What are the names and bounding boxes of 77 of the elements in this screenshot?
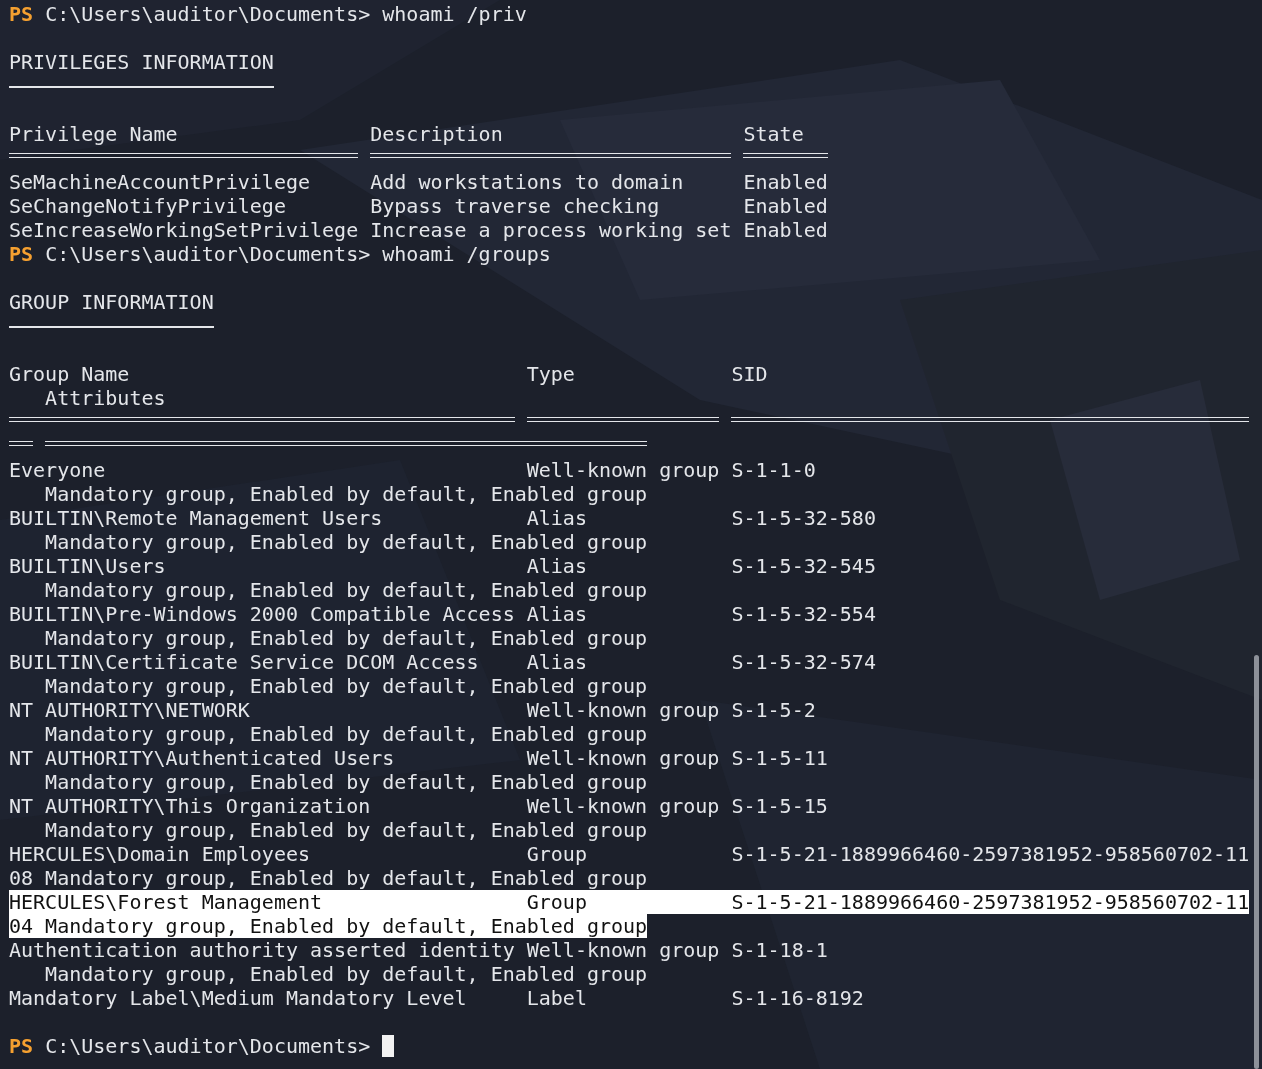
- table-cell: Mandatory group, Enabled by default, Enabled group: [45, 674, 648, 698]
- table-cell: NT AUTHORITY\Authenticated Users: [9, 746, 395, 770]
- table-cell: Mandatory group, Enabled by default, Enabled group: [45, 578, 648, 602]
- table-cell: Mandatory group, Enabled by default, Enabled group: [45, 962, 648, 986]
- table-cell: SeIncreaseWorkingSetPrivilege: [9, 218, 359, 242]
- section-heading: PRIVILEGES INFORMATION: [9, 50, 274, 74]
- table-cell: Mandatory group, Enabled by default, Enabled group: [45, 626, 648, 650]
- table-cell: Alias: [526, 506, 587, 530]
- table-cell: Alias: [526, 650, 587, 674]
- prompt-label: PS: [9, 242, 34, 266]
- table-cell: S-1-5-32-545: [731, 554, 876, 578]
- table-cell: Authentication authority asserted identity: [9, 938, 515, 962]
- table-cell: SeChangeNotifyPrivilege: [9, 194, 286, 218]
- column-header: Privilege Name: [9, 122, 178, 146]
- table-cell: BUILTIN\Remote Management Users: [9, 506, 383, 530]
- table-cell: BUILTIN\Users: [9, 554, 166, 578]
- table-cell: Label: [526, 986, 587, 1010]
- table-cell: S-1-5-2: [731, 698, 816, 722]
- table-cell: S-1-5-11: [731, 746, 828, 770]
- scrollbar-thumb[interactable]: [1254, 655, 1259, 1069]
- table-cell: Mandatory group, Enabled by default, Enabled group: [45, 770, 648, 794]
- table-cell: Well-known group: [526, 746, 720, 770]
- prompt-label: PS: [9, 1034, 34, 1058]
- command-text: whoami /priv: [382, 2, 527, 26]
- table-cell: S-1-5-32-554: [731, 602, 876, 626]
- table-cell: HERCULES\Domain Employees: [9, 842, 311, 866]
- table-cell: HERCULES\Forest Management: [9, 890, 323, 914]
- table-cell: 04: [9, 914, 34, 938]
- table-cell: Mandatory group, Enabled by default, Enabled group: [45, 482, 648, 506]
- table-cell: BUILTIN\Pre-Windows 2000 Compatible Access: [9, 602, 515, 626]
- table-cell: S-1-5-15: [731, 794, 828, 818]
- table-cell: Enabled: [743, 170, 828, 194]
- text-cursor: [382, 1035, 395, 1057]
- table-cell: Mandatory Label\Medium Mandatory Level: [9, 986, 467, 1010]
- table-cell: S-1-18-1: [731, 938, 828, 962]
- table-cell: S-1-16-8192: [731, 986, 864, 1010]
- table-cell: Well-known group: [526, 794, 720, 818]
- table-cell: 08: [9, 866, 34, 890]
- table-cell: Mandatory group, Enabled by default, Enabled group: [45, 818, 648, 842]
- command-text: whoami /groups: [382, 242, 551, 266]
- column-header: Attributes: [45, 386, 166, 410]
- table-cell: S-1-5-21-1889966460-2597381952-958560702-11: [731, 890, 1250, 914]
- prompt-path: C:\Users\auditor\Documents>: [45, 2, 371, 26]
- table-cell: Increase a process working set: [370, 218, 732, 242]
- table-cell: S-1-5-32-580: [731, 506, 876, 530]
- column-header: Group Name: [9, 362, 130, 386]
- table-cell: Group: [526, 842, 587, 866]
- table-cell: Alias: [526, 554, 587, 578]
- table-cell: Add workstations to domain: [370, 170, 684, 194]
- table-cell: NT AUTHORITY\NETWORK: [9, 698, 250, 722]
- table-cell: S-1-1-0: [731, 458, 816, 482]
- table-cell: Everyone: [9, 458, 106, 482]
- table-cell: Mandatory group, Enabled by default, Enabled group: [45, 914, 648, 938]
- table-cell: Alias: [526, 602, 587, 626]
- table-cell: Well-known group: [526, 938, 720, 962]
- section-heading: GROUP INFORMATION: [9, 290, 214, 314]
- table-cell: Enabled: [743, 194, 828, 218]
- table-cell: Mandatory group, Enabled by default, Enabled group: [45, 722, 648, 746]
- prompt-label: PS: [9, 2, 34, 26]
- table-cell: Well-known group: [526, 698, 720, 722]
- column-header: State: [743, 122, 804, 146]
- table-cell: BUILTIN\Certificate Service DCOM Access: [9, 650, 479, 674]
- table-cell: Group: [526, 890, 587, 914]
- prompt-path: C:\Users\auditor\Documents>: [45, 1034, 371, 1058]
- column-header: Type: [526, 362, 575, 386]
- table-cell: S-1-5-21-1889966460-2597381952-958560702-11: [731, 842, 1250, 866]
- table-cell: Enabled: [743, 218, 828, 242]
- table-cell: Mandatory group, Enabled by default, Enabled group: [45, 866, 648, 890]
- table-cell: Bypass traverse checking: [370, 194, 660, 218]
- table-cell: Well-known group: [526, 458, 720, 482]
- prompt-path: C:\Users\auditor\Documents>: [45, 242, 371, 266]
- table-cell: NT AUTHORITY\This Organization: [9, 794, 371, 818]
- table-cell: SeMachineAccountPrivilege: [9, 170, 311, 194]
- table-cell: Mandatory group, Enabled by default, Enabled group: [45, 530, 648, 554]
- table-cell: S-1-5-32-574: [731, 650, 876, 674]
- column-header: SID: [731, 362, 768, 386]
- column-header: Description: [370, 122, 503, 146]
